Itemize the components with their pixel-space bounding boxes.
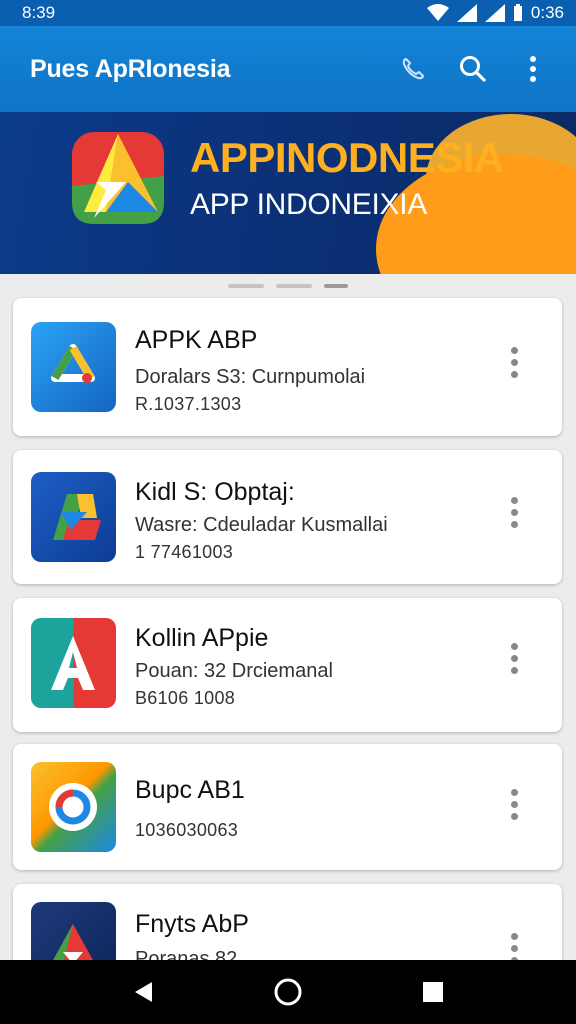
more-vert-icon[interactable] <box>504 784 524 824</box>
app-description: Doralars S3: Curnpumolai <box>135 366 366 388</box>
app-meta: 1036030063 <box>135 820 239 840</box>
more-vert-icon[interactable] <box>512 48 554 90</box>
battery-icon <box>513 4 522 21</box>
app-name: Kidl S: Obptaj: <box>135 478 295 506</box>
app-name: Kollin APpie <box>135 624 269 652</box>
wifi-icon <box>426 4 449 21</box>
promo-banner[interactable]: APPINODNESIA APP INDONEIXIA <box>0 112 576 274</box>
battery-time: 0:36 <box>530 3 564 22</box>
app-name: APPK ABP <box>135 326 258 354</box>
status-bar: 8:39 0:36 <box>0 0 576 26</box>
app-description: Pouan: 32 Drciemanal <box>135 660 333 682</box>
banner-logo-icon <box>72 132 164 224</box>
phone-icon[interactable] <box>392 48 434 90</box>
pager-dot[interactable] <box>276 284 312 288</box>
back-icon[interactable] <box>123 972 163 1012</box>
recents-icon[interactable] <box>413 972 453 1012</box>
app-list-item[interactable]: APPK ABP Doralars S3: Curnpumolai R.1037… <box>13 298 562 436</box>
app-name: Bupc AB1 <box>135 776 245 804</box>
colorful-a-icon <box>31 472 116 562</box>
app-meta: 1 77461003 <box>135 542 234 562</box>
app-list-item[interactable]: Kidl S: Obptaj: Wasre: Cdeuladar Kusmall… <box>13 450 562 584</box>
pager-dot[interactable] <box>228 284 264 288</box>
banner-subtitle: APP INDONEIXIA <box>190 188 427 221</box>
app-title: Pues ApRIonesia <box>30 54 231 83</box>
more-vert-icon[interactable] <box>504 638 524 678</box>
banner-title: APPINODNESIA <box>190 134 504 181</box>
app-bar: Pues ApRIonesia <box>0 26 576 112</box>
app-list-item[interactable]: Kollin APpie Pouan: 32 Drciemanal B6106 … <box>13 598 562 732</box>
app-name: Fnyts AbP <box>135 910 249 938</box>
status-time: 8:39 <box>22 3 56 22</box>
app-description: Wasre: Cdeuladar Kusmallai <box>135 514 388 536</box>
search-icon[interactable] <box>452 48 494 90</box>
app-meta: B6106 1008 <box>135 688 236 708</box>
app-list-item[interactable]: Bupc AB1 1036030063 <box>13 744 562 870</box>
signal-icon-2 <box>484 4 505 22</box>
system-nav-bar <box>0 960 576 1024</box>
more-vert-icon[interactable] <box>504 492 524 532</box>
drive-triangle-icon <box>31 322 116 412</box>
more-vert-icon[interactable] <box>504 342 524 382</box>
home-icon[interactable] <box>268 972 308 1012</box>
chrome-ring-icon <box>31 762 116 852</box>
signal-icon <box>456 4 477 22</box>
banner-pager <box>0 281 576 291</box>
status-icons: 0:36 <box>426 3 564 23</box>
pager-dot-active[interactable] <box>324 284 348 288</box>
letter-a-icon <box>31 618 116 708</box>
app-meta: R.1037.1303 <box>135 394 242 414</box>
